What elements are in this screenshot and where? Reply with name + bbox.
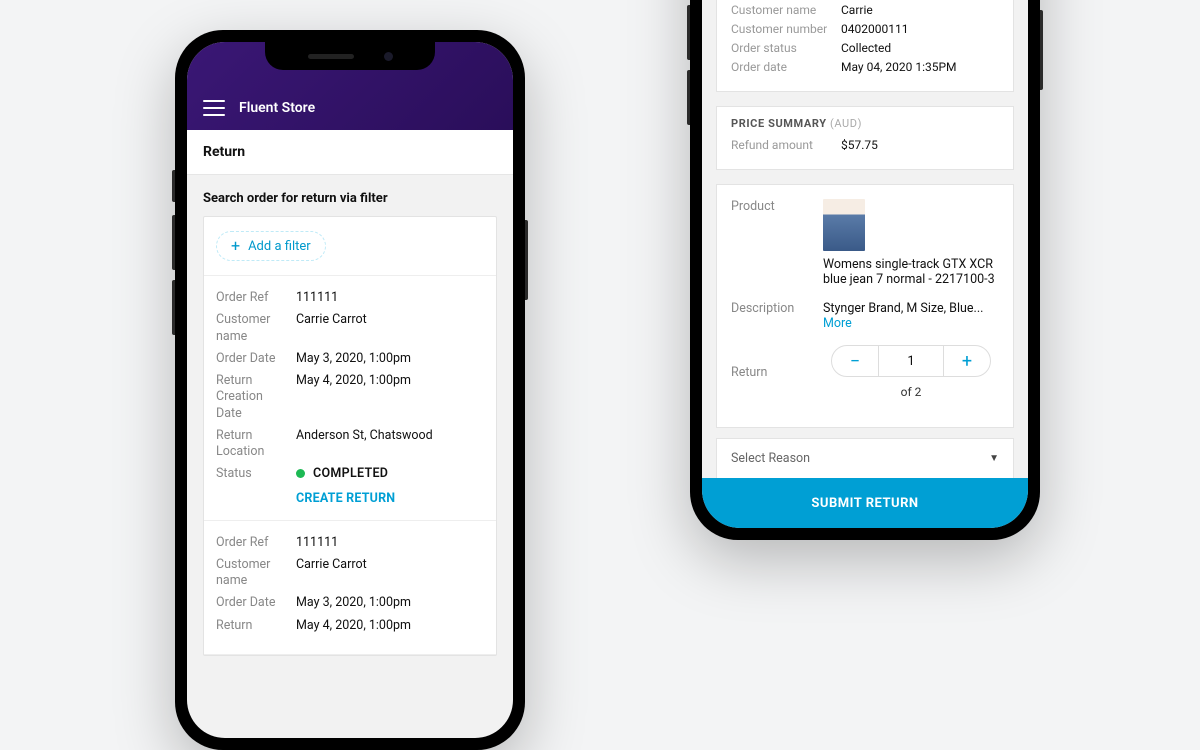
status-text: COMPLETED [313, 466, 388, 481]
product-card: Product Womens single-track GTX XCR blue… [716, 184, 1014, 428]
price-summary-title: PRICE SUMMARY (AUD) [731, 117, 999, 130]
phone-left: Fluent Store Return Search order for ret… [175, 30, 525, 750]
select-reason[interactable]: Select Reason▼ [717, 438, 1013, 478]
customer-info-card: Customer nameCarrie Customer number04020… [716, 0, 1014, 92]
results-card: + Add a filter Order Ref111111 Customer … [203, 216, 497, 656]
decrement-button[interactable]: − [832, 346, 878, 376]
chevron-down-icon: ▼ [989, 453, 999, 464]
screen-left: Fluent Store Return Search order for ret… [187, 42, 513, 738]
increment-button[interactable]: + [944, 346, 990, 376]
phone-right: Customer nameCarrie Customer number04020… [690, 0, 1040, 540]
price-summary-card: PRICE SUMMARY (AUD) Refund amount$57.75 [716, 106, 1014, 170]
product-thumbnail [823, 199, 865, 251]
page-title: Return [187, 130, 513, 175]
menu-icon[interactable] [203, 100, 225, 116]
plus-icon: + [231, 238, 240, 254]
status-dot-icon [296, 469, 305, 478]
submit-return-button[interactable]: SUBMIT RETURN [702, 478, 1028, 528]
order-item[interactable]: Order Ref111111 Customer nameCarrie Carr… [204, 521, 496, 655]
filter-row: + Add a filter [204, 217, 496, 276]
screen-right: Customer nameCarrie Customer number04020… [702, 0, 1028, 528]
more-link[interactable]: More [823, 316, 852, 331]
quantity-stepper: − 1 + [831, 345, 991, 377]
quantity-of: of 2 [823, 385, 999, 399]
search-subtitle: Search order for return via filter [187, 175, 513, 216]
add-filter-label: Add a filter [248, 239, 311, 254]
product-name: Womens single-track GTX XCR blue jean 7 … [823, 257, 999, 287]
add-filter-button[interactable]: + Add a filter [216, 231, 326, 261]
order-item[interactable]: Order Ref111111 Customer nameCarrie Carr… [204, 276, 496, 521]
header-title: Fluent Store [239, 100, 315, 116]
create-return-button[interactable]: CREATE RETURN [296, 491, 484, 506]
quantity-value: 1 [878, 346, 944, 376]
